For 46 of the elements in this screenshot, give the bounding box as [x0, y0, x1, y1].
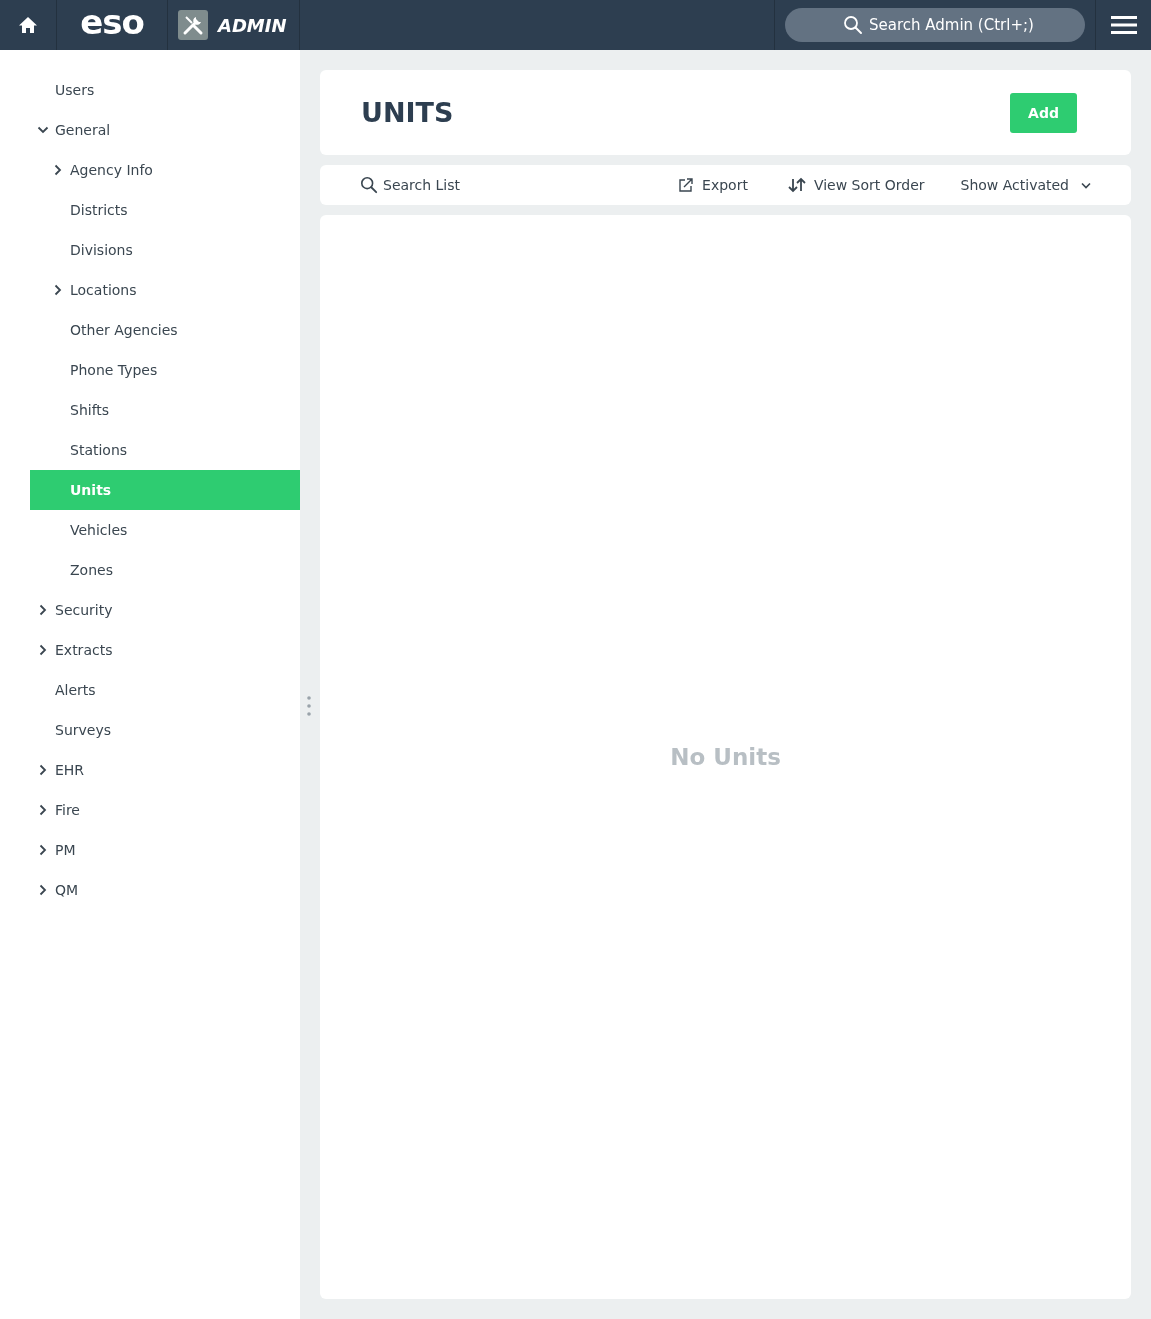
nav-item[interactable]: Locations	[70, 282, 137, 298]
menu-icon[interactable]	[1110, 15, 1137, 35]
nav-item[interactable]: Divisions	[70, 242, 133, 258]
chevron-right-icon[interactable]	[38, 804, 47, 816]
external-link-icon	[678, 177, 695, 193]
search-icon	[843, 15, 863, 35]
search-field[interactable]: Search Admin (Ctrl+;)	[785, 8, 1085, 42]
nav-item[interactable]: Extracts	[55, 642, 113, 658]
nav-item[interactable]: PM	[55, 842, 76, 858]
nav-item[interactable]: Stations	[70, 442, 128, 458]
tools-icon	[178, 10, 208, 40]
nav-item[interactable]: Districts	[70, 202, 128, 218]
sort-icon	[787, 177, 806, 193]
chevron-right-icon[interactable]	[38, 604, 47, 616]
nav-item[interactable]: Zones	[70, 562, 113, 578]
chevron-right-icon[interactable]	[38, 884, 47, 896]
sort-order-button[interactable]: View Sort Order	[787, 177, 925, 193]
chevron-down-icon	[1081, 181, 1091, 189]
nav-item[interactable]: Other Agencies	[70, 322, 178, 338]
nav-item[interactable]: Shifts	[70, 402, 110, 418]
search-icon	[360, 176, 378, 194]
nav-item[interactable]: Security	[55, 602, 113, 618]
chevron-down-icon[interactable]	[36, 126, 49, 134]
page-title: UNITS	[361, 97, 454, 128]
nav-item[interactable]: Phone Types	[70, 362, 158, 378]
chevron-right-icon[interactable]	[38, 764, 47, 776]
nav-item[interactable]: Alerts	[55, 682, 96, 698]
logo[interactable]: eso	[80, 5, 144, 39]
nav-item[interactable]: General	[55, 122, 111, 138]
nav-item[interactable]: Users	[55, 82, 95, 98]
nav-item[interactable]: QM	[55, 882, 79, 898]
app-title: ADMIN	[218, 14, 287, 36]
chevron-right-icon[interactable]	[53, 284, 62, 296]
nav-item[interactable]: Fire	[55, 802, 80, 818]
empty-message: No Units	[670, 744, 781, 770]
nav-item[interactable]: Agency Info	[70, 162, 153, 178]
nav-item[interactable]: Vehicles	[70, 522, 128, 538]
nav-item[interactable]: Surveys	[55, 722, 111, 738]
home-icon[interactable]	[18, 16, 38, 34]
resize-handle[interactable]	[307, 696, 311, 716]
filter-dropdown[interactable]: Show Activated	[960, 177, 1091, 193]
chevron-right-icon[interactable]	[38, 844, 47, 856]
chevron-right-icon[interactable]	[38, 644, 47, 656]
chevron-right-icon[interactable]	[53, 164, 62, 176]
export-button[interactable]: Export	[678, 177, 748, 193]
nav-item[interactable]: EHR	[55, 762, 85, 778]
